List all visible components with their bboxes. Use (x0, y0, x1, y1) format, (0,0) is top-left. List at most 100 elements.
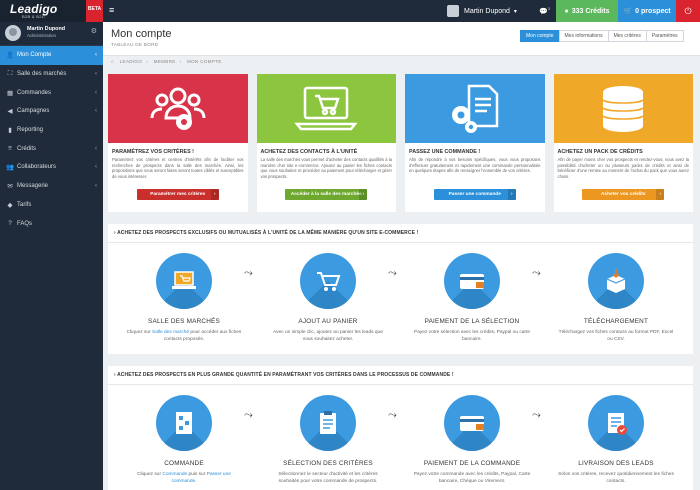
sidebar-item-reporting[interactable]: ▮ Reporting (0, 121, 103, 140)
action-cards: PARAMÉTREZ VOS CRITÈRES ! Paramétrez vos… (108, 74, 693, 212)
chevron-left-icon: ‹ (95, 164, 97, 171)
process-unit-section: › ACHETEZ DES PROSPECTS EXCLUSIFS OU MUT… (108, 224, 693, 354)
tag-icon: ◆ (7, 201, 13, 209)
passer-commande-button[interactable]: Passer une commande (433, 189, 516, 200)
breadcrumb-item[interactable]: LEADIGO (120, 59, 143, 64)
page-header: Mon compte TABLEAU DE BORD Mon compte Me… (103, 22, 700, 56)
step-commande: COMMANDE Cliquez sur Commande puis sur P… (114, 385, 254, 485)
chevron-left-icon: ‹ (95, 71, 97, 78)
tab-parametres[interactable]: Paramètres (645, 30, 684, 42)
breadcrumb-item[interactable]: MEMBRE (154, 59, 176, 64)
step-circle (588, 395, 644, 451)
card-image (256, 74, 396, 143)
step-circle (444, 253, 500, 309)
section-title: › ACHETEZ DES PROSPECTS EXCLUSIFS OU MUT… (108, 224, 693, 243)
cart-icon: ▦ (6, 89, 14, 97)
curved-arrow-icon: ⤳ (532, 409, 541, 421)
card-title: PARAMÉTREZ VOS CRITÈRES ! (112, 149, 194, 155)
step-title: AJOUT AU PANIER (298, 318, 358, 325)
sidebar-item-collaborateurs[interactable]: 👥 Collaborateurs ‹ (0, 158, 103, 177)
sidebar-item-label: Messagerie (17, 183, 49, 190)
document-gears-icon (451, 84, 498, 133)
breadcrumb: ⌂ LEADIGO › MEMBRE › MON COMPTE (111, 59, 222, 64)
step-title: SÉLECTION DES CRITÈRES (283, 460, 373, 467)
chevron-down-icon: ▾ (513, 8, 517, 15)
step-title: LIVRAISON DES LEADS (578, 460, 654, 467)
sidebar-item-faqs[interactable]: ? FAQs (0, 214, 103, 233)
sidebar-item-label: Campagnes (17, 108, 50, 115)
sidebar: Leadigo B2B & B2C BETA Martin Dupond Adm… (0, 0, 103, 490)
commande-link[interactable]: Commande (162, 472, 187, 477)
credits-button[interactable]: ● 333 Crédits (556, 0, 618, 22)
user-icon: 👤 (6, 52, 14, 60)
card-image (108, 74, 248, 143)
step-circle (588, 253, 644, 309)
step-text: Avec un simple clic, ajoutez au panier l… (273, 330, 383, 342)
topbar-user-name: Martin Dupond (464, 7, 510, 15)
coins-icon: ≡ (8, 145, 12, 153)
card-credits: ACHETEZ UN PACK DE CRÉDITS Afin de payer… (553, 74, 693, 212)
sidebar-item-messagerie[interactable]: ✉ Messagerie ‹ (0, 177, 103, 196)
puzzle-document-icon (176, 412, 192, 434)
question-icon: ? (8, 220, 12, 228)
users-icon: 👥 (6, 164, 14, 172)
brand-bar: Leadigo B2B & B2C BETA (0, 0, 103, 22)
step-text: Sélectionnez le secteur d'activité et le… (278, 472, 378, 484)
sidebar-item-campagnes[interactable]: ◀ Campagnes ‹ (0, 102, 103, 121)
sidebar-item-mon-compte[interactable]: 👤 Mon Compte ‹ (0, 46, 103, 65)
step-title: COMMANDE (164, 460, 204, 467)
power-icon: ⏻ (684, 5, 692, 16)
sidebar-item-tarifs[interactable]: ◆ Tarifs (0, 196, 103, 215)
logo-tagline: B2B & B2C (22, 14, 45, 19)
sidebar-item-credits[interactable]: ≡ Crédits ‹ (0, 139, 103, 158)
chat-icon[interactable]: 💬3 (539, 6, 550, 15)
delivery-list-icon (608, 413, 627, 435)
gear-icon[interactable]: ⚙ (91, 27, 97, 35)
sidebar-item-salle-des-marches[interactable]: ⛶ Salle des marchés ‹ (0, 65, 103, 84)
account-tabs: Mon compte Mes informations Mes critères… (520, 30, 684, 42)
chat-count: 3 (547, 6, 550, 11)
page-subtitle: TABLEAU DE BORD (111, 42, 159, 47)
sidebar-item-commandes[interactable]: ▦ Commandes ‹ (0, 83, 103, 102)
step-telechargement: TÉLÉCHARGEMENT Téléchargez vos fiches co… (546, 243, 686, 343)
laptop-cart-icon (294, 86, 358, 130)
curved-arrow-icon: ⤳ (244, 267, 253, 279)
salle-des-marches-link[interactable]: Salle des marché (152, 330, 189, 335)
tab-mes-informations[interactable]: Mes informations (558, 30, 609, 42)
tab-mes-criteres[interactable]: Mes critères (607, 30, 647, 42)
topbar-user-menu[interactable]: Martin Dupond ▾ (447, 0, 517, 22)
basket-icon: ⛶ (7, 70, 13, 78)
bar-chart-icon: ▮ (8, 127, 12, 135)
breadcrumb-item: MON COMPTE (187, 59, 222, 64)
logout-button[interactable]: ⏻ (676, 0, 700, 22)
step-circle (156, 395, 212, 451)
step-title: PAIEMENT DE LA SÉLECTION (424, 318, 520, 325)
page-title: Mon compte (111, 28, 172, 40)
open-box-icon (606, 269, 626, 293)
curved-arrow-icon: ⤳ (388, 409, 397, 421)
sidebar-item-label: FAQs (17, 220, 33, 227)
step-text: Cliquez sur Salle des marché pour accéde… (126, 330, 242, 342)
users-settings-icon (150, 87, 206, 130)
curved-arrow-icon: ⤳ (388, 267, 397, 279)
chevron-left-icon: ‹ (95, 52, 97, 59)
parametrer-criteres-button[interactable]: Paramétrer mes critères (136, 189, 219, 200)
step-text: Selon vos critères, recevez quotidiennem… (558, 472, 674, 484)
card-text: Afin de payer moins cher vos prospects e… (557, 157, 690, 179)
tab-mon-compte[interactable]: Mon compte (520, 30, 560, 42)
sidebar-item-label: Collaborateurs (17, 164, 57, 171)
cart-icon (317, 272, 341, 291)
home-icon: ⌂ (111, 59, 115, 64)
sidebar-item-label: Commandes (17, 89, 52, 96)
acheter-credits-button[interactable]: Acheter vos crédits (582, 189, 665, 200)
prospects-cart-button[interactable]: 🛒 0 prospect (618, 0, 676, 22)
steps: SALLE DES MARCHÉS Cliquez sur Salle des … (108, 243, 693, 363)
acceder-salle-des-marches-button[interactable]: Accéder à la salle des marchés (285, 189, 368, 200)
card-text: Afin de répondre à vos besoins spécifiqu… (409, 157, 541, 174)
credit-card-icon (460, 274, 484, 289)
avatar[interactable] (5, 25, 21, 41)
menu-toggle-icon[interactable]: ≡ (109, 6, 114, 15)
step-circle (300, 253, 356, 309)
user-name: Martin Dupond (27, 26, 66, 32)
step-title: SALLE DES MARCHÉS (148, 318, 220, 325)
